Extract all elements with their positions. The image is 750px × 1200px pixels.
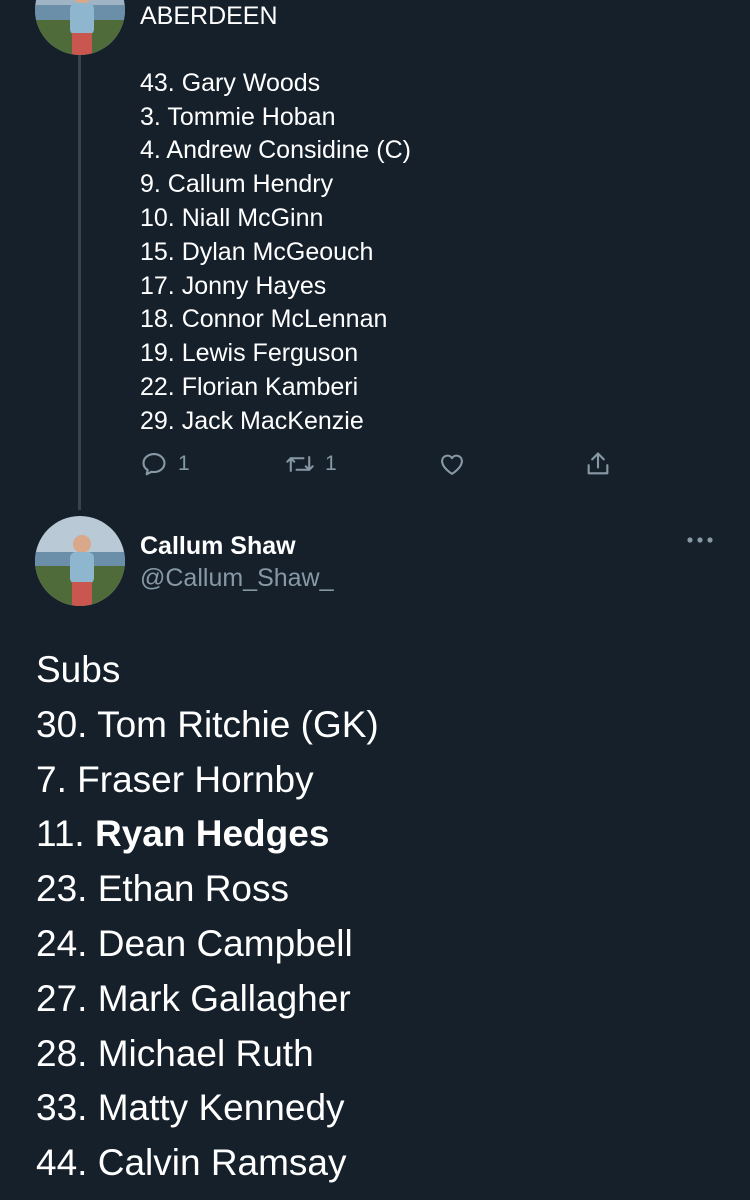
share-button[interactable]	[584, 446, 612, 482]
thread-connector-line	[78, 50, 81, 510]
tweet-body: Subs 30. Tom Ritchie (GK) 7. Fraser Horn…	[36, 643, 379, 1191]
lineup-item: 17. Jonny Hayes	[140, 271, 327, 300]
author-handle[interactable]: @Callum_Shaw_	[140, 562, 334, 594]
more-options-button[interactable]	[684, 528, 716, 560]
reply-button[interactable]: 1	[140, 446, 190, 482]
lineup-item: 15. Dylan McGeouch	[140, 237, 374, 266]
heart-icon	[438, 450, 466, 478]
share-icon	[584, 450, 612, 478]
reply-icon	[140, 450, 168, 478]
lineup-item: 18. Connor McLennan	[140, 305, 388, 334]
tweet-actions: 1 1	[140, 446, 620, 482]
lineup-item: 3. Tommie Hoban	[140, 102, 336, 131]
sub-item: 44. Calvin Ramsay	[36, 1142, 347, 1184]
sub-item: 33. Matty Kennedy	[36, 1087, 345, 1129]
lineup-item: 29. Jack MacKenzie	[140, 406, 364, 435]
lineup-item: 22. Florian Kamberi	[140, 372, 359, 401]
lineup-item: 10. Niall McGinn	[140, 203, 324, 232]
lineup-item: 9. Callum Hendry	[140, 170, 334, 199]
sub-item: 28. Michael Ruth	[36, 1032, 314, 1074]
avatar[interactable]	[35, 516, 125, 606]
retweet-icon	[285, 450, 315, 478]
team-name: ABERDEEN	[140, 2, 278, 30]
author-name[interactable]: Callum Shaw	[140, 530, 334, 562]
lineup-item: 43. Gary Woods	[140, 68, 321, 97]
subs-heading: Subs	[36, 649, 121, 690]
retweet-button[interactable]: 1	[285, 446, 337, 482]
sub-item: 7. Fraser Hornby	[36, 758, 314, 800]
lineup-item: 19. Lewis Ferguson	[140, 339, 359, 368]
retweet-count: 1	[325, 452, 337, 475]
tweet-body: ABERDEEN 43. Gary Woods 3. Tommie Hoban …	[140, 0, 411, 439]
like-button[interactable]	[438, 446, 466, 482]
more-icon	[686, 524, 714, 551]
sub-item: 23. Ethan Ross	[36, 868, 289, 910]
sub-item: 30. Tom Ritchie (GK)	[36, 703, 379, 745]
avatar[interactable]	[35, 0, 125, 55]
reply-count: 1	[178, 452, 190, 475]
sub-item: 27. Mark Gallagher	[36, 977, 351, 1019]
lineup-item: 4. Andrew Considine (C)	[140, 136, 411, 165]
tweet-author[interactable]: Callum Shaw @Callum_Shaw_	[140, 530, 334, 594]
sub-item: 24. Dean Campbell	[36, 922, 353, 964]
sub-item: 11. Ryan Hedges	[36, 813, 330, 855]
